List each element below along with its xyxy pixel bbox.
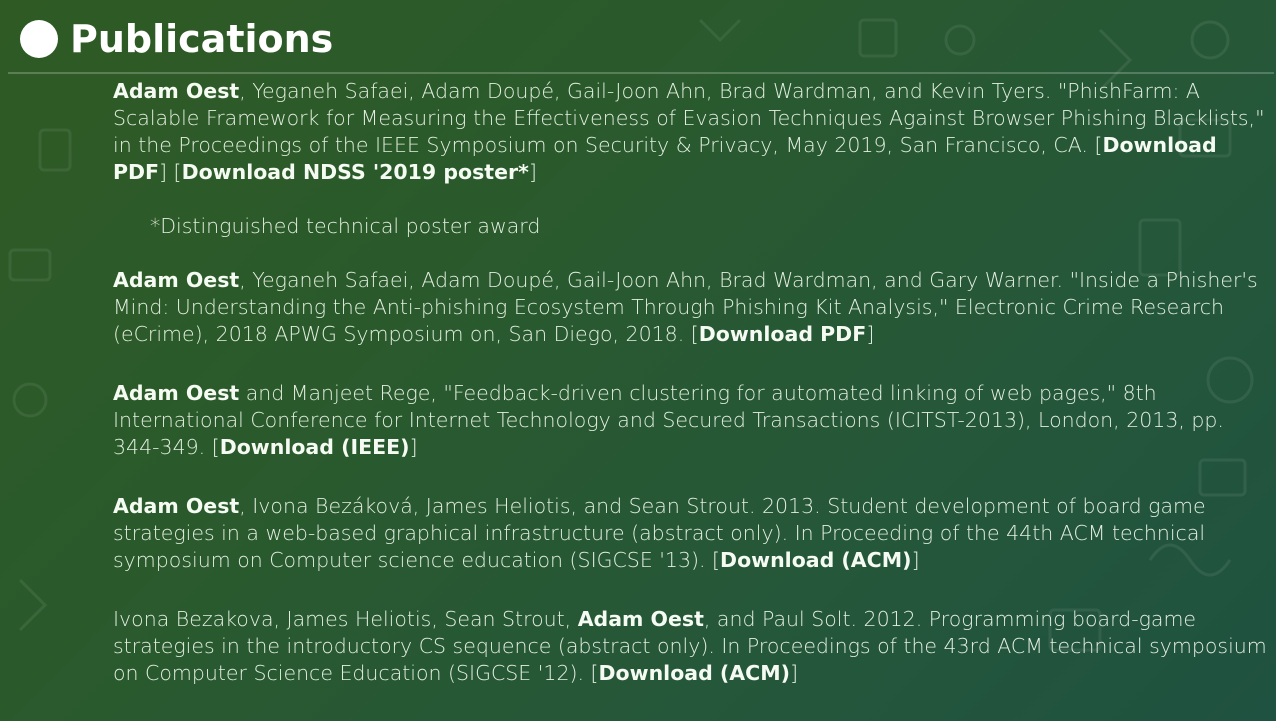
author-highlight: Adam Oest <box>577 607 704 631</box>
download-pdf-link[interactable]: Download PDF <box>699 322 866 346</box>
citation-text: , Yeganeh Safaei, Adam Doupé, Gail-Joon … <box>113 268 1258 346</box>
award-note: *Distinguished technical poster award <box>150 214 541 238</box>
download-acm-link[interactable]: Download (ACM) <box>720 548 911 572</box>
publication-item: Adam Oest, Yeganeh Safaei, Adam Doupé, G… <box>113 79 1265 184</box>
author-highlight: Adam Oest <box>113 494 240 518</box>
author-highlight: Adam Oest <box>113 79 240 103</box>
publication-item: Ivona Bezakova, James Heliotis, Sean Str… <box>113 607 1267 685</box>
download-poster-link[interactable]: Download NDSS '2019 poster* <box>182 160 529 184</box>
page-title: Publications <box>70 17 334 61</box>
section-header: Publications <box>8 0 1274 74</box>
download-ieee-link[interactable]: Download (IEEE) <box>220 435 410 459</box>
circle-bullet-icon <box>20 20 58 58</box>
citation-text: , Yeganeh Safaei, Adam Doupé, Gail-Joon … <box>113 79 1265 157</box>
author-highlight: Adam Oest <box>113 381 240 405</box>
publication-item: Adam Oest, Yeganeh Safaei, Adam Doupé, G… <box>113 268 1258 346</box>
publication-item: Adam Oest, Ivona Bezáková, James Helioti… <box>113 494 1206 572</box>
publication-item: Adam Oest and Manjeet Rege, "Feedback-dr… <box>113 381 1224 459</box>
citation-authors-pre: Ivona Bezakova, James Heliotis, Sean Str… <box>113 607 578 631</box>
publications-list: Adam Oest, Yeganeh Safaei, Adam Doupé, G… <box>113 78 1273 687</box>
citation-text: , Ivona Bezáková, James Heliotis, and Se… <box>113 494 1206 572</box>
download-acm-link[interactable]: Download (ACM) <box>599 661 790 685</box>
author-highlight: Adam Oest <box>113 268 240 292</box>
